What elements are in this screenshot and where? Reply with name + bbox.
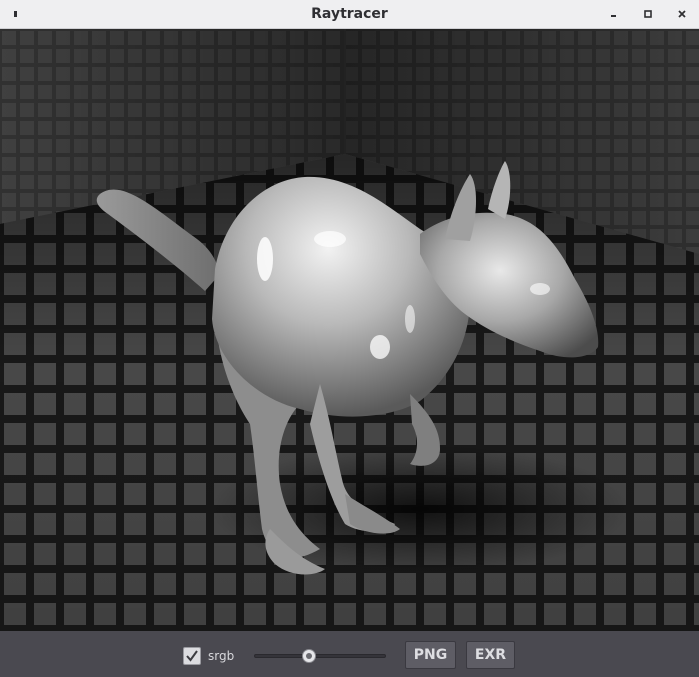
close-icon[interactable] xyxy=(672,4,692,24)
maximize-icon[interactable] xyxy=(638,4,658,24)
srgb-label: srgb xyxy=(208,649,235,663)
slider-track xyxy=(254,654,386,658)
slider-handle[interactable] xyxy=(302,649,317,663)
bottom-toolbar: srgb PNG EXR xyxy=(0,631,699,677)
title-bar: Raytracer xyxy=(0,0,699,29)
srgb-checkbox[interactable] xyxy=(183,647,201,665)
minimize-icon[interactable] xyxy=(604,4,624,24)
raytracer-window: Raytracer srgb PNG EXR xyxy=(0,0,699,677)
save-exr-button[interactable]: EXR xyxy=(466,641,515,669)
save-png-button[interactable]: PNG xyxy=(405,641,456,669)
render-viewport xyxy=(0,29,699,631)
window-title: Raytracer xyxy=(311,6,388,22)
rendered-image xyxy=(0,29,699,631)
checkmark-icon xyxy=(186,650,198,662)
exposure-slider[interactable] xyxy=(254,648,386,664)
